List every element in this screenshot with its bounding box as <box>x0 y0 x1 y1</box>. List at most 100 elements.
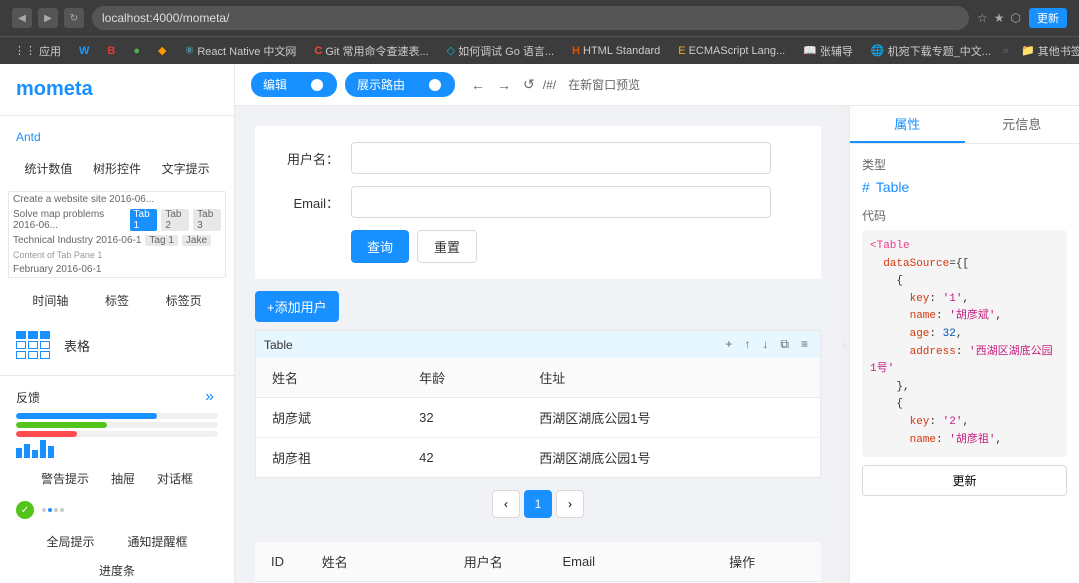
sidebar-item-progress[interactable]: 进度条 <box>93 558 141 583</box>
sidebar-item-table[interactable]: 表格 <box>58 332 96 359</box>
sidebar-preview-img: Create a website site 2016-06... Solve m… <box>8 191 226 278</box>
react-icon: ⚛ <box>184 44 194 57</box>
bookmark-zhang[interactable]: 📖 张辅导 <box>797 41 859 61</box>
url-bar[interactable]: localhost:4000/mometa/ <box>92 6 969 30</box>
sidebar-item-statistics[interactable]: 统计数值 <box>18 156 78 181</box>
sidebar-item-tooltip[interactable]: 文字提示 <box>156 156 216 181</box>
sidebar-item-drawer[interactable]: 抽屉 <box>105 466 141 491</box>
page-area: 用户名： Email： 查询 重置 +添加用户 <box>235 106 1079 583</box>
back-button[interactable]: ◀ <box>12 8 32 28</box>
row1-address: 西湖区湖底公园1号 <box>523 398 820 438</box>
sidebar-item-dialog[interactable]: 对话框 <box>151 466 199 491</box>
page-canvas: 用户名： Email： 查询 重置 +添加用户 <box>235 106 841 583</box>
browser-icons: ☆ ★ ⬡ <box>977 11 1021 25</box>
refresh-button[interactable]: ↻ <box>64 8 84 28</box>
preview-mode-button[interactable]: 展示路由 <box>345 72 455 97</box>
bookmark-c1[interactable]: ● <box>127 43 146 59</box>
url-text: localhost:4000/mometa/ <box>102 11 229 25</box>
progress-bar3 <box>16 431 218 437</box>
nav-forward-button[interactable]: → <box>493 75 515 95</box>
toggle-group: 编辑 展示路由 <box>251 72 455 97</box>
outer-col-id: ID <box>255 542 306 582</box>
sidebar-antd-section: Antd 统计数值 树形控件 文字提示 Create a website sit… <box>0 116 234 583</box>
sidebar-sub-group2: 时间轴 标签 标签页 <box>0 282 234 319</box>
tab-properties[interactable]: 属性 <box>850 106 965 143</box>
sidebar-item-tag[interactable]: 标签 <box>99 288 135 313</box>
inner-table-body: 胡彦斌 32 西湖区湖底公园1号 胡彦祖 42 西湖区湖底公园1号 <box>256 398 820 478</box>
app-logo: mometa <box>0 64 234 116</box>
sidebar-divider <box>0 375 234 376</box>
col-name: 姓名 <box>256 358 403 398</box>
sidebar-item-tabpage[interactable]: 标签页 <box>160 288 208 313</box>
extension-icon: ⬡ <box>1011 11 1021 25</box>
username-row: 用户名： <box>271 142 805 174</box>
update-button[interactable]: 更新 <box>862 465 1067 496</box>
outer-table-container: ID 姓名 用户名 Email 操作 1 Leanne Graham <box>255 542 821 583</box>
col-age: 年龄 <box>403 358 523 398</box>
bookmark-w[interactable]: W <box>73 43 95 59</box>
current-page-button[interactable]: 1 <box>524 490 552 518</box>
sidebar-expand-button[interactable]: » <box>201 384 218 410</box>
sidebar-feedback-section: 反馈 » <box>0 380 234 583</box>
reset-button[interactable]: 重置 <box>417 230 477 263</box>
query-button[interactable]: 查询 <box>351 230 409 263</box>
edit-toggle-switch[interactable] <box>293 77 325 93</box>
bookmark-go[interactable]: ◇ 如何调试 Go 语言... <box>441 41 560 61</box>
bookmark-c2[interactable]: ◆ <box>152 42 172 59</box>
row2-age: 42 <box>403 438 523 478</box>
inner-table-component: Table + ↑ ↓ ⧉ ≡ 姓名 年龄 <box>255 330 821 478</box>
progress-bar1 <box>16 413 218 419</box>
bookmark-apps[interactable]: ⋮⋮ 应用 <box>8 41 67 61</box>
email-input[interactable] <box>351 186 771 218</box>
sidebar-group-antd[interactable]: Antd <box>0 124 234 150</box>
bookmark-ecma[interactable]: E ECMAScript Lang... <box>672 43 791 59</box>
edit-mode-button[interactable]: 编辑 <box>251 72 337 97</box>
sidebar-item-tree[interactable]: 树形控件 <box>87 156 147 181</box>
bookmark-b[interactable]: B <box>101 43 121 59</box>
sidebar-item-timeline[interactable]: 时间轴 <box>26 288 74 313</box>
sidebar-item-notification[interactable]: 通知提醒框 <box>121 529 193 554</box>
table-header-bar: Table + ↑ ↓ ⧉ ≡ <box>256 331 820 358</box>
move-down-icon[interactable]: ↓ <box>758 335 772 354</box>
w-icon: W <box>79 45 89 57</box>
outer-col-email: Email <box>547 542 714 582</box>
sidebar-sub-group1: 统计数值 树形控件 文字提示 <box>0 150 234 187</box>
type-value: Table <box>876 179 909 195</box>
add-column-icon[interactable]: + <box>721 335 736 354</box>
sidebar-item-global-tip[interactable]: 全局提示 <box>40 529 100 554</box>
table-row: 胡彦斌 32 西湖区湖底公园1号 <box>256 398 820 438</box>
move-up-icon[interactable]: ↑ <box>740 335 754 354</box>
bookmark-react-native[interactable]: ⚛ React Native 中文网 <box>178 41 302 61</box>
zhang-icon: 📖 <box>803 44 817 57</box>
bookmark-html[interactable]: H HTML Standard <box>566 43 666 59</box>
panel-resize-handle[interactable]: ⋮ <box>841 106 849 583</box>
type-label: 类型 <box>862 156 1067 173</box>
preview-link[interactable]: 在新窗口预览 <box>568 76 640 93</box>
menu-icon[interactable]: ≡ <box>797 335 812 354</box>
prev-page-button[interactable]: ‹ <box>492 490 520 518</box>
more-bookmarks: » <box>1003 45 1009 57</box>
global-sub-items: 全局提示 通知提醒框 进度条 <box>16 523 218 583</box>
next-page-button[interactable]: › <box>556 490 584 518</box>
go-icon: ◇ <box>447 44 455 57</box>
sidebar-item-alert[interactable]: 警告提示 <box>35 466 95 491</box>
bookmark-git[interactable]: C Git 常用命令查速表... <box>308 41 434 61</box>
feedback-label: 反馈 <box>16 385 40 410</box>
forward-button[interactable]: ▶ <box>38 8 58 28</box>
add-user-button[interactable]: +添加用户 <box>255 291 339 322</box>
copy-icon[interactable]: ⧉ <box>776 335 793 354</box>
nav-refresh-button[interactable]: ↺ <box>519 74 539 95</box>
nav-back-button[interactable]: ← <box>467 75 489 95</box>
table-header-icons: + ↑ ↓ ⧉ ≡ <box>721 335 812 354</box>
tab-meta[interactable]: 元信息 <box>965 106 1079 143</box>
preview-toggle-switch[interactable] <box>411 77 443 93</box>
bookmark-jiwan[interactable]: 🌐 机宛下载专题_中文... <box>865 41 997 61</box>
folder-icon: 📁 <box>1021 44 1035 57</box>
b-icon: B <box>107 45 115 57</box>
bookmark-other[interactable]: 📁 其他书签 <box>1015 41 1079 61</box>
username-input[interactable] <box>351 142 771 174</box>
jiwan-icon: 🌐 <box>871 44 885 57</box>
main-content: 编辑 展示路由 ← → ↺ /#/ 在新窗口预览 <box>235 64 1079 583</box>
update-chrome-button[interactable]: 更新 <box>1029 8 1067 28</box>
email-row: Email： <box>271 186 805 218</box>
